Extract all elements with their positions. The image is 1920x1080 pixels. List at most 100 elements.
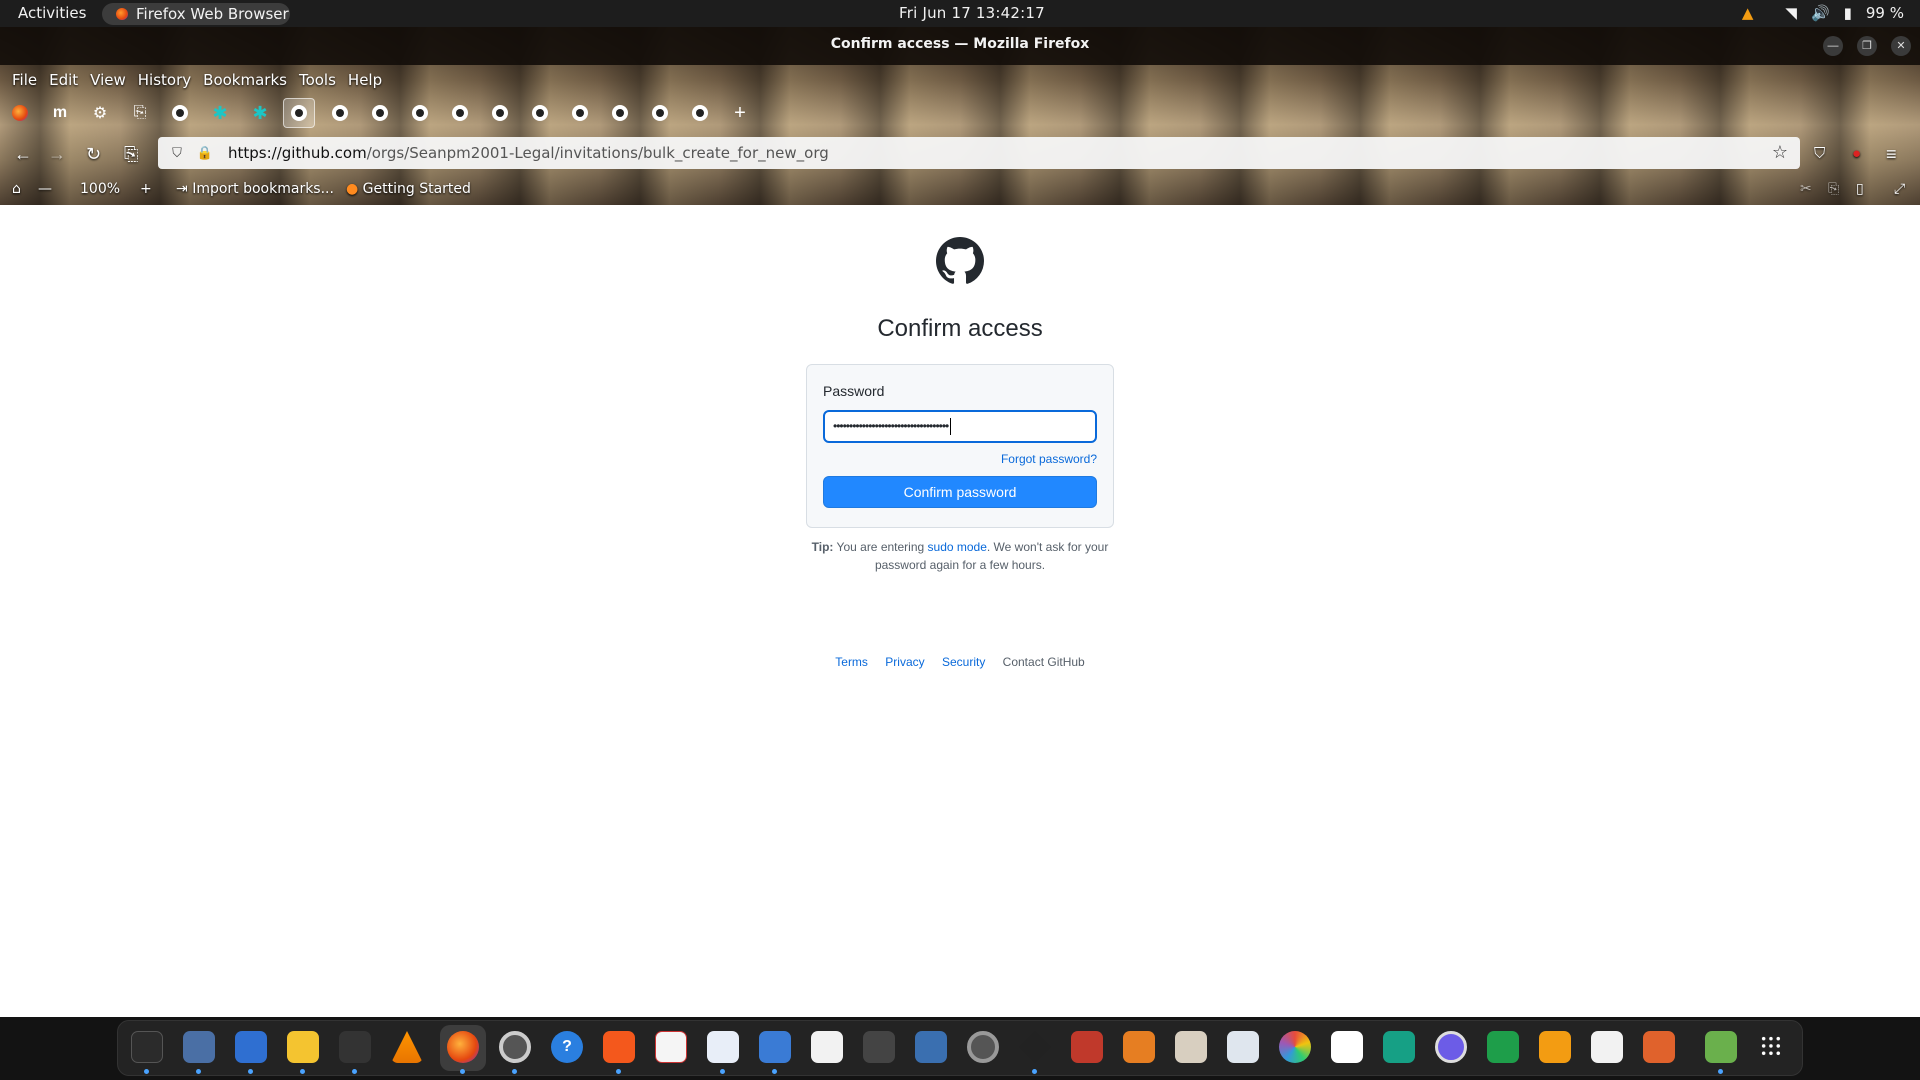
- footer-privacy-link[interactable]: Privacy: [885, 655, 924, 669]
- teal-app-icon[interactable]: [1383, 1031, 1415, 1063]
- page-content: Confirm access Password ••••••••••••••••…: [0, 205, 1920, 1017]
- tab-teal-2[interactable]: ✱: [244, 98, 276, 128]
- text-editor-icon[interactable]: [707, 1031, 739, 1063]
- footer-terms-link[interactable]: Terms: [835, 655, 868, 669]
- menu-view[interactable]: View: [84, 65, 132, 95]
- back-button[interactable]: ←: [14, 144, 32, 165]
- sudo-mode-link[interactable]: sudo mode: [928, 540, 987, 554]
- help-icon[interactable]: ?: [551, 1031, 583, 1063]
- tab-teal[interactable]: ✱: [204, 98, 236, 128]
- bookmark-star-icon[interactable]: ☆: [1772, 142, 1788, 163]
- tab-github[interactable]: [444, 98, 476, 128]
- presentation-icon[interactable]: [1643, 1031, 1675, 1063]
- app-grid-icon[interactable]: [1760, 1035, 1782, 1057]
- forward-button[interactable]: →: [48, 144, 66, 165]
- extension-badge-button[interactable]: ●: [1852, 145, 1861, 162]
- math-icon[interactable]: [1591, 1031, 1623, 1063]
- camera-icon[interactable]: [967, 1031, 999, 1063]
- minimize-button[interactable]: —: [1823, 36, 1843, 56]
- vlc-tray-icon[interactable]: ▲: [1742, 4, 1754, 22]
- shield-icon[interactable]: ⛉: [168, 146, 186, 161]
- mario-icon[interactable]: [1123, 1031, 1155, 1063]
- home-button[interactable]: ⌂: [12, 181, 21, 197]
- clock[interactable]: Fri Jun 17 13:42:17: [899, 4, 1045, 22]
- fullscreen-button[interactable]: ⤢: [1894, 181, 1905, 197]
- archive-icon[interactable]: [1175, 1031, 1207, 1063]
- paste-button[interactable]: ▯: [1856, 181, 1864, 197]
- footer-security-link[interactable]: Security: [942, 655, 985, 669]
- new-tab-button[interactable]: +: [724, 98, 756, 128]
- url-bar[interactable]: ⛉ 🔒 https://github.com/orgs/Seanpm2001-L…: [158, 137, 1800, 169]
- software-center-icon[interactable]: [603, 1031, 635, 1063]
- impress-icon[interactable]: [1539, 1031, 1571, 1063]
- image-viewer-icon[interactable]: [1227, 1031, 1259, 1063]
- system-monitor-icon[interactable]: [131, 1031, 163, 1063]
- cut-button[interactable]: ✂: [1800, 181, 1812, 197]
- app-menu-hamburger[interactable]: ≡: [1886, 144, 1897, 165]
- forgot-password-link[interactable]: Forgot password?: [1001, 452, 1097, 466]
- notes-icon[interactable]: [287, 1031, 319, 1063]
- tab-github-active[interactable]: [283, 98, 315, 128]
- confirm-password-button[interactable]: Confirm password: [823, 476, 1097, 508]
- github-logo-icon[interactable]: [936, 237, 984, 285]
- firefox-icon[interactable]: [447, 1031, 479, 1063]
- tab-github[interactable]: [364, 98, 396, 128]
- menu-help[interactable]: Help: [342, 65, 388, 95]
- tab-github[interactable]: [484, 98, 516, 128]
- vlc-icon[interactable]: [391, 1031, 423, 1063]
- menu-history[interactable]: History: [132, 65, 197, 95]
- tab-settings[interactable]: ⚙: [84, 98, 116, 128]
- virtualbox-icon[interactable]: [915, 1031, 947, 1063]
- terminal-icon[interactable]: [339, 1031, 371, 1063]
- import-bookmarks[interactable]: ⇥ Import bookmarks...: [176, 181, 334, 197]
- calc-icon[interactable]: [1487, 1031, 1519, 1063]
- reload-button[interactable]: ↻: [86, 144, 101, 165]
- system-tray[interactable]: ▲ ◥ 🔊 ▮ 99 %: [1742, 4, 1904, 22]
- tab-github[interactable]: [644, 98, 676, 128]
- app-menu-button[interactable]: Firefox Web Browser: [102, 3, 290, 25]
- tab-github[interactable]: [524, 98, 556, 128]
- scanner-icon[interactable]: [759, 1031, 791, 1063]
- copy-button[interactable]: ⎘: [1828, 181, 1839, 197]
- bookmark-getting-started[interactable]: ● Getting Started: [346, 181, 471, 197]
- color-picker-icon[interactable]: [1279, 1031, 1311, 1063]
- footer-contact-link[interactable]: Contact GitHub: [1003, 655, 1085, 669]
- tab-firefox[interactable]: [4, 98, 36, 128]
- book-icon[interactable]: [1331, 1031, 1363, 1063]
- document-icon[interactable]: [811, 1031, 843, 1063]
- activities-button[interactable]: Activities: [18, 4, 86, 22]
- tab-github[interactable]: [404, 98, 436, 128]
- zoom-out-button[interactable]: —: [38, 181, 52, 197]
- tab-github[interactable]: [564, 98, 596, 128]
- inkscape-icon[interactable]: [1019, 1031, 1051, 1063]
- close-button[interactable]: ✕: [1891, 36, 1911, 56]
- tab-github[interactable]: [604, 98, 636, 128]
- graph-icon[interactable]: [655, 1031, 687, 1063]
- pocket-button[interactable]: ⛉: [1814, 145, 1825, 162]
- menu-bookmarks[interactable]: Bookmarks: [197, 65, 293, 95]
- extension-button[interactable]: ⎘: [124, 144, 138, 165]
- menu-file[interactable]: File: [6, 65, 43, 95]
- lock-icon[interactable]: 🔒: [196, 146, 214, 161]
- zoom-level[interactable]: 100%: [80, 181, 120, 197]
- tab-github[interactable]: [324, 98, 356, 128]
- url-text[interactable]: https://github.com/orgs/Seanpm2001-Legal…: [228, 144, 829, 162]
- bookmarks-toolbar: ⌂ — 100% + ⇥ Import bookmarks... ● Getti…: [0, 176, 1920, 205]
- screen-record-icon[interactable]: [1435, 1031, 1467, 1063]
- trash-icon[interactable]: [1705, 1031, 1737, 1063]
- ai-bot-icon[interactable]: [863, 1031, 895, 1063]
- writer-icon[interactable]: [235, 1031, 267, 1063]
- menu-edit[interactable]: Edit: [43, 65, 84, 95]
- maximize-button[interactable]: ❐: [1857, 36, 1877, 56]
- tab-puzzle[interactable]: ⎘: [124, 98, 156, 128]
- firefox-icon: [12, 105, 28, 121]
- files-icon[interactable]: [183, 1031, 215, 1063]
- game-icon[interactable]: [1071, 1031, 1103, 1063]
- zoom-in-button[interactable]: +: [140, 181, 152, 197]
- settings-icon[interactable]: [499, 1031, 531, 1063]
- tab-github[interactable]: [164, 98, 196, 128]
- tab-github[interactable]: [684, 98, 716, 128]
- password-field[interactable]: ••••••••••••••••••••••••••••••••••••: [823, 410, 1097, 443]
- tab-m[interactable]: m: [44, 98, 76, 128]
- menu-tools[interactable]: Tools: [293, 65, 342, 95]
